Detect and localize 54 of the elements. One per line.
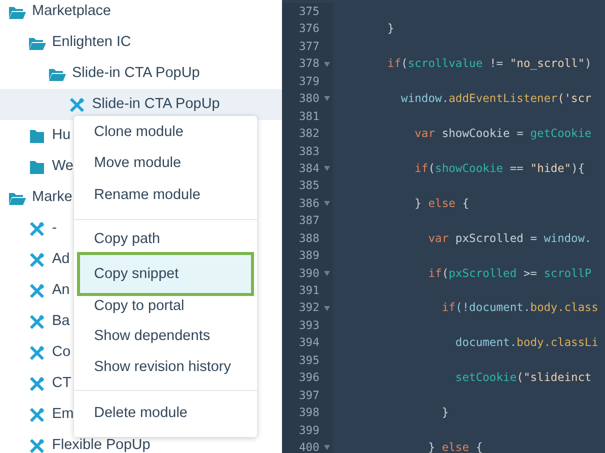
line-number: 395 bbox=[299, 352, 320, 369]
line-number: 383 bbox=[299, 144, 320, 160]
code-line: } else { bbox=[414, 196, 470, 212]
item-label: An bbox=[52, 283, 70, 298]
code-line: } else { bbox=[427, 440, 483, 453]
code-line: if(pxScrolled >= scrollP bbox=[427, 266, 592, 282]
line-number: 382 bbox=[299, 126, 320, 142]
line-number: 396 bbox=[299, 370, 320, 386]
item-label: - bbox=[52, 221, 57, 236]
line-number: 390 bbox=[299, 266, 320, 282]
item-label: Ba bbox=[52, 314, 70, 329]
item-label: Marketplace bbox=[32, 4, 111, 19]
line-number: 393 bbox=[299, 318, 320, 334]
line-number: 389 bbox=[299, 248, 320, 264]
line-number: 400 bbox=[299, 440, 320, 453]
line-number: 384 bbox=[299, 160, 320, 177]
line-number: 380 bbox=[299, 91, 320, 108]
line-number: 385 bbox=[299, 178, 320, 194]
item-label: Slide-in CTA PopUp bbox=[92, 97, 220, 112]
item-label: Marke bbox=[32, 190, 72, 205]
item-label: Flexible PopUp bbox=[52, 438, 150, 453]
code-line: setCookie("slideinct bbox=[454, 370, 592, 386]
item-label: Slide-in CTA PopUp bbox=[72, 66, 200, 81]
line-number: 394 bbox=[299, 335, 320, 352]
line-number: 391 bbox=[299, 283, 320, 299]
code-line: } bbox=[386, 21, 394, 38]
line-number: 397 bbox=[299, 388, 320, 404]
line-number: 398 bbox=[299, 405, 320, 422]
code-line: window.addEventListener('scr bbox=[400, 91, 592, 108]
item-label: CT bbox=[52, 376, 72, 391]
line-number: 376 bbox=[299, 21, 320, 38]
line-number: 381 bbox=[299, 108, 320, 125]
line-number: 399 bbox=[299, 422, 320, 438]
line-number: 375 bbox=[299, 4, 320, 20]
line-number: 379 bbox=[299, 74, 320, 90]
line-number: 378 bbox=[299, 56, 320, 72]
item-label: We bbox=[52, 159, 74, 174]
code-line: var showCookie = getCookie bbox=[414, 126, 592, 142]
code-line: } bbox=[440, 405, 449, 422]
code-line: if(showCookie == "hide"){ bbox=[414, 160, 585, 177]
line-number: 386 bbox=[299, 196, 320, 212]
item-label: Enlighten IC bbox=[52, 35, 131, 50]
code-line: if(scrollvalue != "no_scroll") bbox=[386, 56, 592, 72]
line-number: 387 bbox=[299, 213, 320, 230]
code-line: var pxScrolled = window. bbox=[427, 230, 592, 247]
code-line: document.body.classLi bbox=[454, 335, 598, 352]
item-label: Co bbox=[52, 345, 71, 360]
item-label: Hu bbox=[52, 128, 71, 143]
item-label: Em bbox=[52, 407, 74, 422]
line-number: 388 bbox=[299, 230, 320, 247]
code-line: if(!document.body.class bbox=[440, 300, 598, 316]
line-number: 377 bbox=[299, 38, 320, 55]
line-number: 392 bbox=[299, 300, 320, 316]
item-label: Ad bbox=[52, 252, 70, 267]
